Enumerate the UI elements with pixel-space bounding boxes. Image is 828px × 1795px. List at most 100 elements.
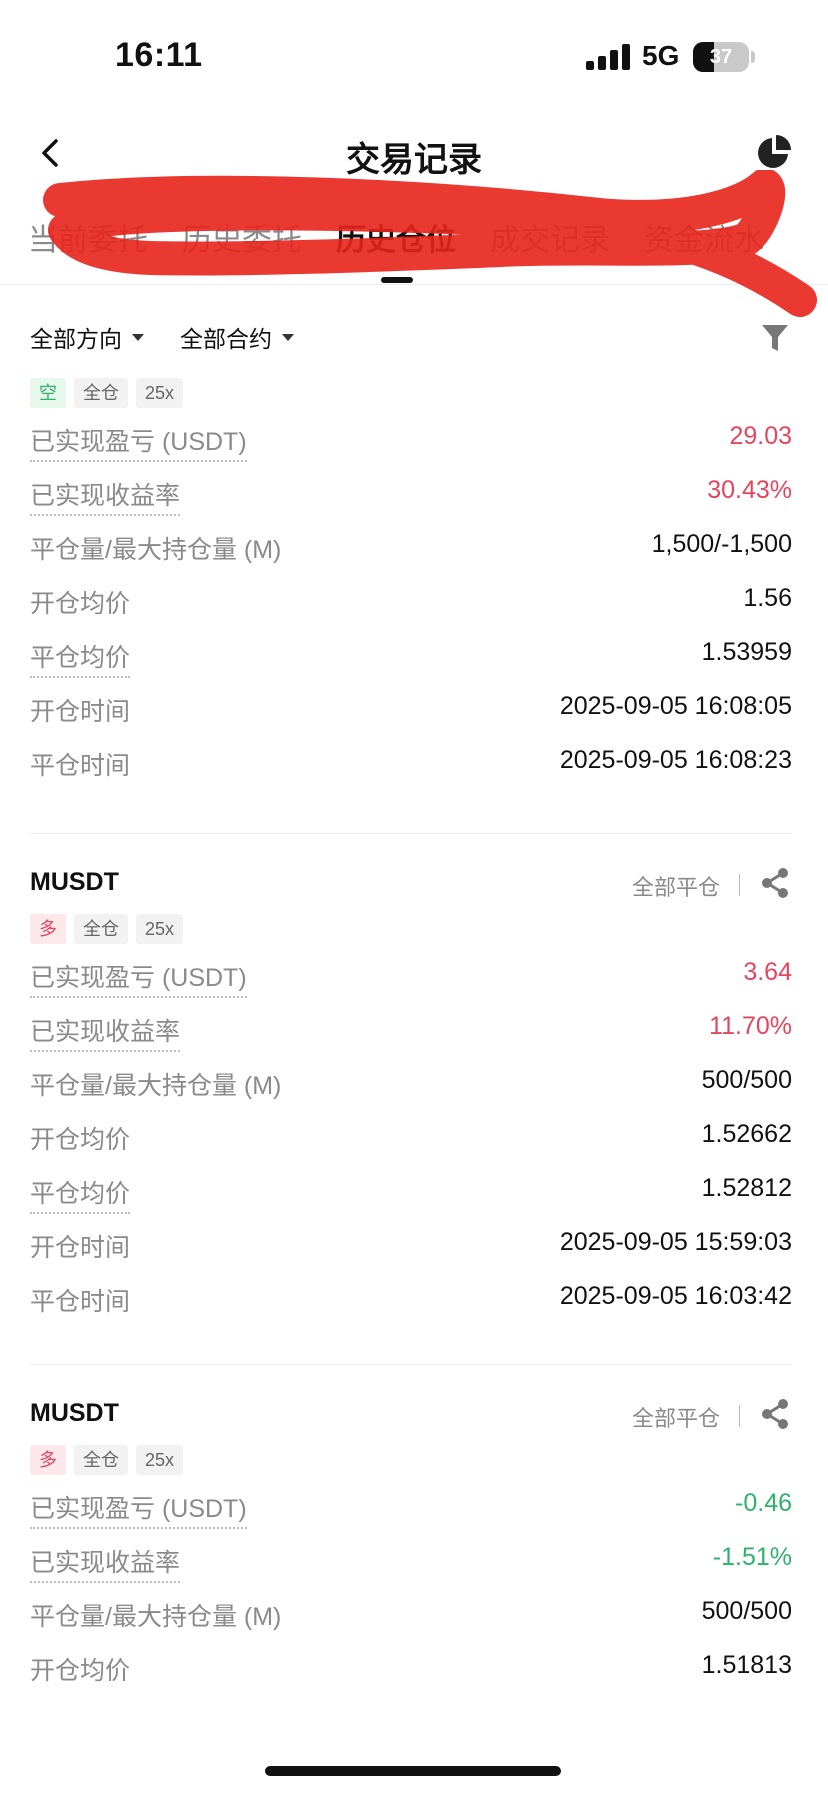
tab-order-history[interactable]: 历史委托 [182, 215, 302, 259]
app-header: 交易记录 [0, 120, 828, 190]
close-all-button[interactable]: 全部平仓 [632, 1401, 720, 1433]
open-price-row: 开仓均价 1.51813 [30, 1651, 792, 1691]
open-price-label: 开仓均价 [30, 1657, 131, 1685]
card-header: MUSDT 全部平仓 [30, 1399, 792, 1439]
open-price-value: 1.52662 [701, 1120, 792, 1148]
position-card: 空 全仓 25x 已实现盈亏 (USDT) 29.03 已实现收益率 30.43… [30, 378, 792, 780]
direction-filter-label: 全部方向 [30, 326, 122, 352]
open-price-row: 开仓均价 1.56 [30, 584, 792, 624]
open-price-label: 开仓均价 [30, 590, 131, 618]
position-card: MUSDT 全部平仓 多 全仓 25x 已实现盈亏 (USDT) -0.46 已… [30, 1399, 792, 1685]
status-time: 16:11 [115, 36, 203, 74]
open-time-label: 开仓时间 [30, 698, 131, 726]
tab-position-history[interactable]: 历史仓位 [336, 215, 456, 259]
close-all-button[interactable]: 全部平仓 [632, 870, 720, 902]
share-icon [762, 868, 788, 898]
close-price-value: 1.53959 [701, 638, 792, 666]
tab-trade-records[interactable]: 成交记录 [490, 215, 610, 259]
close-time-value: 2025-09-05 16:08:23 [559, 746, 792, 774]
open-time-value: 2025-09-05 15:59:03 [559, 1228, 792, 1256]
open-time-row: 开仓时间 2025-09-05 15:59:03 [30, 1228, 792, 1268]
close-volume-value: 500/500 [701, 1066, 792, 1094]
position-tags: 多 全仓 25x [30, 1445, 792, 1475]
leverage-tag: 25x [136, 378, 184, 408]
open-price-value: 1.56 [743, 584, 792, 612]
card-divider [30, 833, 792, 834]
funnel-icon [762, 325, 788, 351]
realized-pnl-value: -0.46 [735, 1489, 792, 1517]
open-price-row: 开仓均价 1.52662 [30, 1120, 792, 1160]
card-header: MUSDT 全部平仓 [30, 868, 792, 908]
close-price-row: 平仓均价 1.53959 [30, 638, 792, 678]
battery-percent: 37 [709, 46, 733, 68]
close-time-row: 平仓时间 2025-09-05 16:08:23 [30, 746, 792, 786]
close-price-label[interactable]: 平仓均价 [30, 1174, 131, 1214]
signal-icon [586, 44, 632, 70]
open-time-row: 开仓时间 2025-09-05 16:08:05 [30, 692, 792, 732]
realized-roi-label[interactable]: 已实现收益率 [30, 476, 181, 516]
close-volume-label: 平仓量/最大持仓量 (M) [30, 1603, 282, 1631]
realized-roi-value: -1.51% [712, 1543, 792, 1571]
card-divider [30, 1364, 792, 1365]
statistics-button[interactable] [754, 132, 794, 172]
direction-tag: 多 [30, 1445, 66, 1475]
page-title: 交易记录 [346, 141, 482, 179]
filter-button[interactable] [760, 322, 790, 354]
contract-symbol: MUSDT [30, 1399, 119, 1427]
position-tags: 多 全仓 25x [30, 914, 792, 944]
close-price-value: 1.52812 [701, 1174, 792, 1202]
battery-icon: 37 [693, 42, 749, 72]
tabs-divider [0, 284, 828, 285]
close-volume-row: 平仓量/最大持仓量 (M) 500/500 [30, 1597, 792, 1637]
realized-pnl-value: 3.64 [743, 958, 792, 986]
filter-row: 全部方向 全部合约 [30, 320, 800, 360]
battery-tip [751, 51, 755, 63]
margin-mode-tag: 全仓 [74, 914, 128, 944]
realized-pnl-label[interactable]: 已实现盈亏 (USDT) [30, 422, 247, 462]
open-price-label: 开仓均价 [30, 1126, 131, 1154]
margin-mode-tag: 全仓 [74, 1445, 128, 1475]
position-tags: 空 全仓 25x [30, 378, 792, 408]
close-time-label: 平仓时间 [30, 752, 131, 780]
contract-symbol: MUSDT [30, 868, 119, 896]
network-type: 5G [642, 40, 680, 71]
realized-pnl-value: 29.03 [729, 422, 792, 450]
close-volume-value: 500/500 [701, 1597, 792, 1625]
direction-filter[interactable]: 全部方向 [30, 320, 144, 354]
realized-roi-value: 30.43% [707, 476, 792, 504]
tab-bar: 当前委托 历史委托 历史仓位 成交记录 资金流水 [0, 215, 828, 285]
realized-roi-value: 11.70% [709, 1012, 792, 1040]
pie-chart-icon [758, 135, 791, 168]
realized-roi-label[interactable]: 已实现收益率 [30, 1543, 181, 1583]
close-price-label[interactable]: 平仓均价 [30, 638, 131, 678]
tab-current-orders[interactable]: 当前委托 [28, 215, 148, 259]
vertical-separator [739, 1405, 740, 1427]
open-time-value: 2025-09-05 16:08:05 [559, 692, 792, 720]
realized-pnl-row: 已实现盈亏 (USDT) 3.64 [30, 958, 792, 998]
position-card: MUSDT 全部平仓 多 全仓 25x 已实现盈亏 (USDT) 3.64 已实… [30, 868, 792, 1316]
close-time-row: 平仓时间 2025-09-05 16:03:42 [30, 1282, 792, 1322]
close-volume-label: 平仓量/最大持仓量 (M) [30, 1072, 282, 1100]
leverage-tag: 25x [136, 1445, 184, 1475]
realized-roi-label[interactable]: 已实现收益率 [30, 1012, 181, 1052]
realized-roi-row: 已实现收益率 -1.51% [30, 1543, 792, 1583]
close-time-label: 平仓时间 [30, 1288, 131, 1316]
contract-filter[interactable]: 全部合约 [180, 320, 294, 354]
close-volume-row: 平仓量/最大持仓量 (M) 500/500 [30, 1066, 792, 1106]
share-button[interactable] [758, 1397, 792, 1431]
leverage-tag: 25x [136, 914, 184, 944]
margin-mode-tag: 全仓 [74, 378, 128, 408]
share-button[interactable] [758, 866, 792, 900]
realized-pnl-row: 已实现盈亏 (USDT) -0.46 [30, 1489, 792, 1529]
tab-fund-flow[interactable]: 资金流水 [644, 215, 764, 259]
share-icon [762, 1399, 788, 1429]
close-volume-label: 平仓量/最大持仓量 (M) [30, 536, 282, 564]
caret-down-icon [282, 333, 294, 341]
caret-down-icon [132, 333, 144, 341]
close-volume-row: 平仓量/最大持仓量 (M) 1,500/-1,500 [30, 530, 792, 570]
direction-tag: 多 [30, 914, 66, 944]
status-bar: 16:11 5G 37 [0, 0, 828, 110]
realized-pnl-label[interactable]: 已实现盈亏 (USDT) [30, 958, 247, 998]
realized-pnl-label[interactable]: 已实现盈亏 (USDT) [30, 1489, 247, 1529]
open-price-value: 1.51813 [701, 1651, 792, 1679]
